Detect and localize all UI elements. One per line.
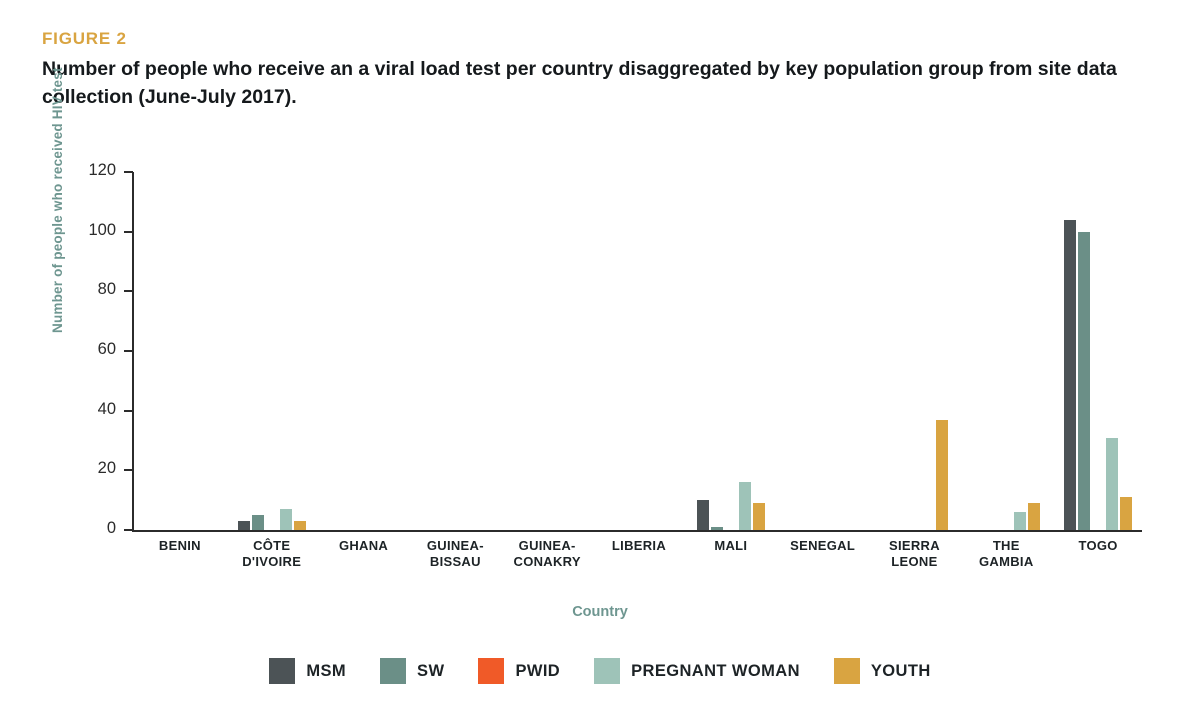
bar <box>1120 497 1133 530</box>
legend-item: YOUTH <box>833 658 931 684</box>
bar-group <box>226 172 318 530</box>
bar-group <box>777 172 869 530</box>
x-axis-category-line: D'IVOIRE <box>242 553 302 569</box>
y-axis-tick <box>124 230 133 233</box>
y-axis-tick <box>124 290 133 293</box>
x-axis-category-label: TOGO <box>1032 538 1164 554</box>
y-axis-tick-label: 120 <box>88 161 116 179</box>
figure-page: FIGURE 2 Number of people who receive an… <box>0 0 1200 726</box>
legend-item: PWID <box>478 658 560 684</box>
legend-swatch <box>594 658 621 684</box>
figure-title: Number of people who receive an a viral … <box>42 58 1117 108</box>
y-axis-tick <box>124 529 133 531</box>
legend-item: SW <box>380 658 444 684</box>
bar <box>251 515 264 530</box>
x-axis-category-line: CONAKRY <box>513 553 581 569</box>
legend-label: PREGNANT WOMAN <box>631 661 800 680</box>
y-axis-tick-label: 0 <box>106 519 116 537</box>
bar-series-container <box>134 172 1142 530</box>
y-axis-tick <box>124 350 133 352</box>
bar <box>1028 503 1041 530</box>
legend-swatch <box>269 658 296 684</box>
x-axis-label: Country <box>572 604 628 620</box>
bar <box>1078 231 1091 530</box>
x-axis-category-line: GAMBIA <box>979 553 1034 569</box>
legend-item: MSM <box>269 658 346 684</box>
bar <box>237 521 250 530</box>
bar <box>752 503 765 530</box>
bar-group <box>960 172 1052 530</box>
legend-label: SW <box>417 661 445 680</box>
y-axis-tick-label: 100 <box>88 220 116 239</box>
bar <box>696 500 709 530</box>
bar-group <box>409 172 501 530</box>
bar <box>293 521 306 530</box>
bar-group <box>134 172 226 530</box>
y-axis-tick <box>124 469 133 472</box>
x-axis-category-labels: BENIN CÔTE D'IVOIRE GHANA GUINEA- BISSAU GUINE… <box>134 538 1142 598</box>
bar <box>1014 512 1027 530</box>
chart-legend: MSM SW PWID PREGNANT WOMAN YOUTH <box>0 658 1200 684</box>
bar <box>738 482 751 530</box>
y-axis-tick-label: 80 <box>97 280 116 299</box>
y-axis-tick <box>124 409 133 412</box>
bar-group <box>869 172 961 530</box>
legend-label: YOUTH <box>870 661 931 680</box>
y-axis-label: Number of people who received HIV test <box>50 67 65 333</box>
bar-group <box>1052 172 1144 530</box>
legend-swatch <box>833 658 860 684</box>
y-axis-tick <box>124 171 133 173</box>
y-axis-tick-label: 60 <box>97 340 116 358</box>
legend-label: PWID <box>515 661 561 680</box>
legend-item: PREGNANT WOMAN <box>594 658 800 684</box>
legend-swatch <box>380 658 407 684</box>
bar <box>936 419 949 530</box>
x-axis-line <box>132 530 1142 532</box>
y-axis-tick-label: 20 <box>97 459 116 478</box>
bar <box>1064 219 1077 530</box>
bar-group <box>685 172 777 530</box>
page-bottom-rule <box>0 720 1200 726</box>
bar <box>710 527 723 530</box>
x-axis-category-line: TOGO <box>1078 538 1118 553</box>
legend-swatch <box>478 658 505 684</box>
bar-group <box>593 172 685 530</box>
y-axis-tick-label: 40 <box>97 399 116 418</box>
bar <box>279 509 292 530</box>
legend-label: MSM <box>306 661 347 680</box>
y-axis-label-wrap: Number of people who received HIV test <box>50 67 70 533</box>
bar <box>1106 437 1119 530</box>
bar-group <box>318 172 410 530</box>
bar-group <box>501 172 593 530</box>
